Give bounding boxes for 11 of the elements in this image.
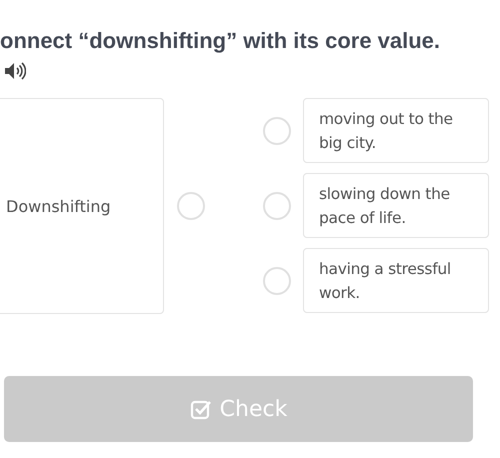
answer-card[interactable]: slowing down the pace of life. bbox=[303, 173, 489, 238]
answer-card[interactable]: having a stressful work. bbox=[303, 248, 489, 313]
connector-dot[interactable] bbox=[263, 116, 291, 144]
speaker-icon[interactable] bbox=[4, 62, 26, 80]
answer-card[interactable]: Downshifting bbox=[0, 98, 164, 314]
connector-dot[interactable] bbox=[177, 192, 205, 220]
connector-dot[interactable] bbox=[263, 192, 291, 220]
question-title: onnect “downshifting” with its core value. bbox=[0, 28, 440, 54]
connector-dot[interactable] bbox=[263, 266, 291, 294]
checkbox-icon bbox=[190, 398, 212, 420]
answer-card[interactable]: moving out to the big city. bbox=[303, 98, 489, 163]
